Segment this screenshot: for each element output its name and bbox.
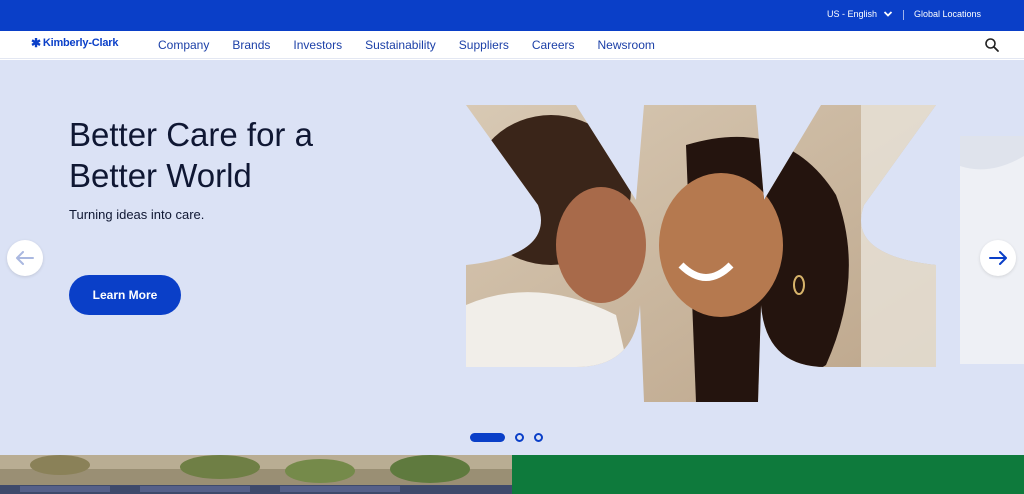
nav-item-brands[interactable]: Brands (232, 38, 270, 52)
utility-divider (903, 10, 904, 20)
nav-item-investors[interactable]: Investors (293, 38, 342, 52)
hero-subtitle: Turning ideas into care. (69, 207, 205, 222)
chevron-down-icon (883, 11, 893, 17)
hero-title: Better Care for a Better World (69, 116, 313, 194)
hero-carousel: Better Care for a Better World Turning i… (0, 60, 1024, 455)
nav-item-suppliers[interactable]: Suppliers (459, 38, 509, 52)
locale-selector[interactable]: US - English (827, 9, 893, 19)
carousel-dot-3[interactable] (534, 433, 543, 442)
global-locations-link[interactable]: Global Locations (914, 9, 981, 19)
arrow-left-icon (16, 251, 34, 265)
nav-item-company[interactable]: Company (158, 38, 209, 52)
hero-image (466, 105, 936, 402)
search-icon[interactable] (984, 37, 1000, 53)
utility-bar: US - English Global Locations (0, 0, 1024, 31)
nav-item-sustainability[interactable]: Sustainability (365, 38, 436, 52)
solar-field-image (0, 455, 512, 494)
locale-label: US - English (827, 9, 878, 19)
carousel-dot-1[interactable] (470, 433, 505, 442)
logo-text: Kimberly-Clark (42, 37, 119, 49)
arrow-right-icon (989, 251, 1007, 265)
carousel-indicators (470, 433, 543, 442)
green-feature-panel (512, 455, 1024, 494)
main-nav: ✱ Kimberly-Clark Company Brands Investor… (0, 31, 1024, 59)
nav-item-careers[interactable]: Careers (532, 38, 575, 52)
carousel-next-button[interactable] (980, 240, 1016, 276)
carousel-dot-2[interactable] (515, 433, 524, 442)
primary-nav: Company Brands Investors Sustainability … (158, 38, 655, 52)
logo-star-icon: ✱ (31, 36, 41, 50)
carousel-prev-button[interactable] (7, 240, 43, 276)
brand-logo[interactable]: ✱ Kimberly-Clark (31, 36, 119, 50)
learn-more-button[interactable]: Learn More (69, 275, 181, 315)
nav-item-newsroom[interactable]: Newsroom (598, 38, 655, 52)
